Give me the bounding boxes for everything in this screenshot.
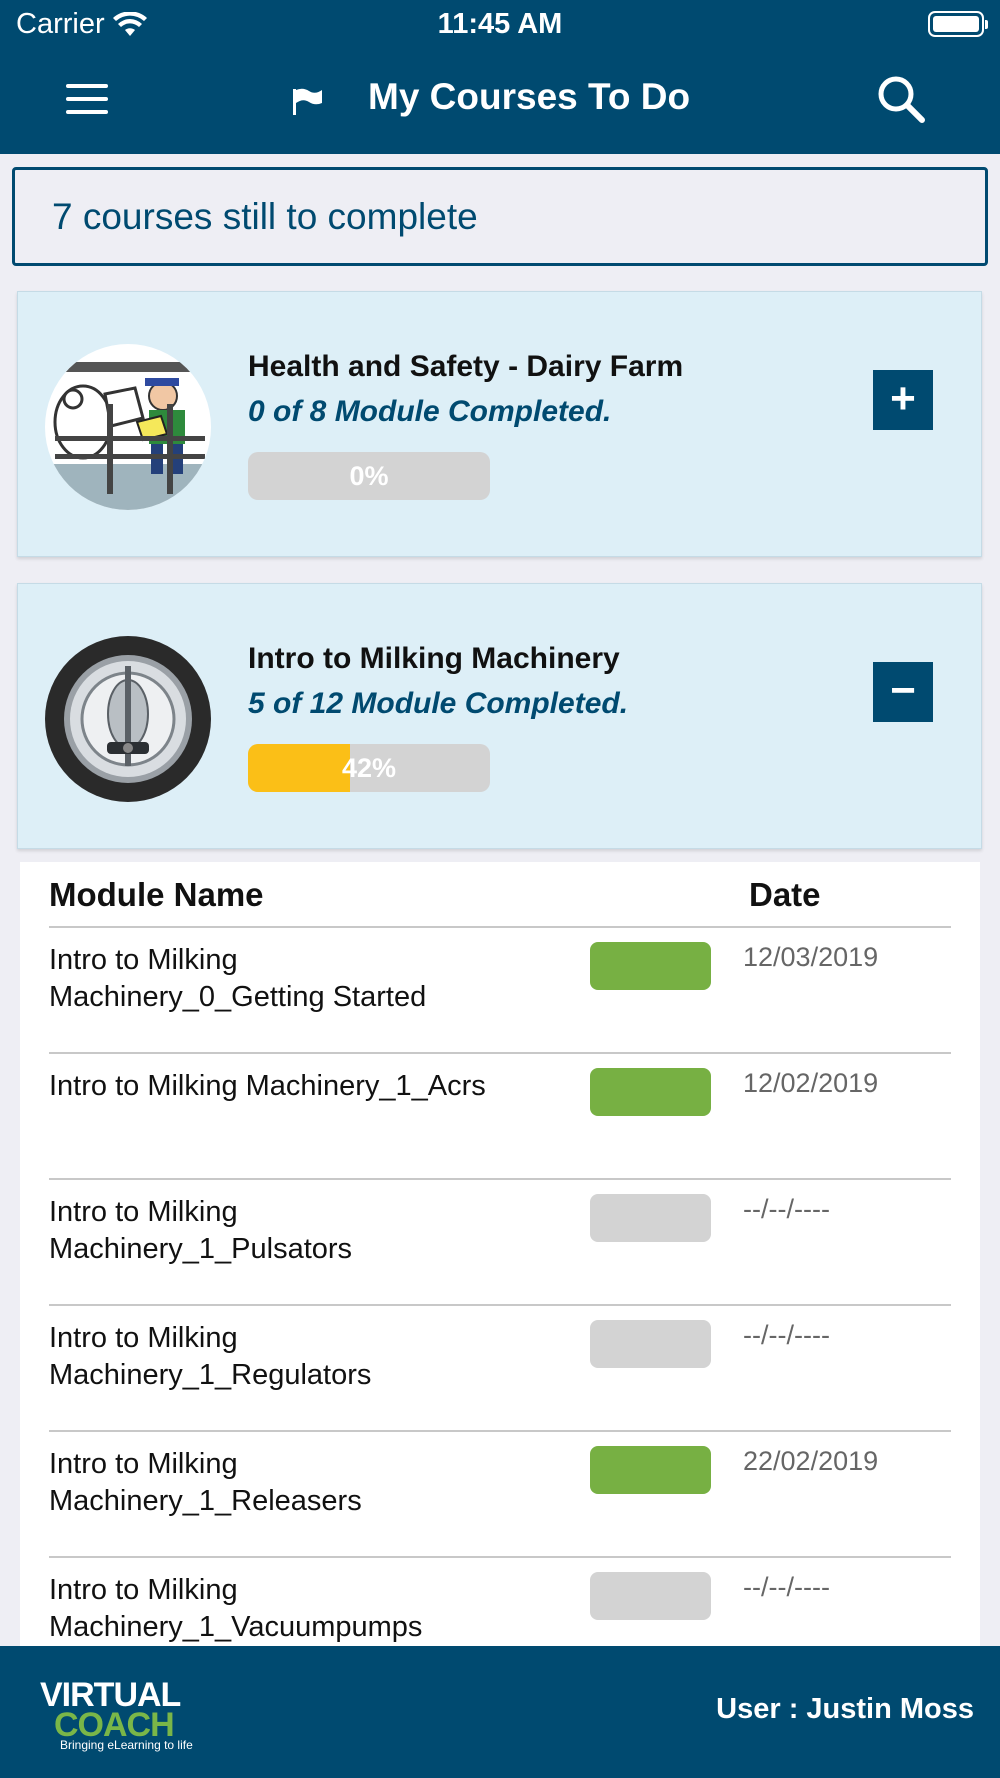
module-status-indicator (590, 1446, 711, 1494)
collapse-minus-button[interactable]: − (873, 662, 933, 722)
course-thumbnail-cartoon (45, 344, 211, 510)
module-name: Intro to Milking Machinery_1_Vacuumpumps (49, 1574, 423, 1643)
module-row[interactable]: Intro to Milking Machinery_0_Getting Sta… (49, 928, 951, 1054)
module-name: Intro to Milking Machinery_1_Pulsators (49, 1196, 353, 1265)
status-bar: Carrier 11:45 AM (0, 0, 1000, 50)
module-status-indicator (590, 1194, 711, 1242)
course-progress-text: 0 of 8 Module Completed. (248, 395, 612, 428)
module-name: Intro to Milking Machinery_1_Releasers (49, 1448, 362, 1517)
course-progress-bar: 42% (248, 744, 490, 792)
module-row[interactable]: Intro to Milking Machinery_1_Pulsators --… (49, 1180, 951, 1306)
module-date: --/--/---- (743, 1572, 830, 1602)
progress-percent-label: 42% (341, 753, 397, 783)
module-row[interactable]: Intro to Milking Machinery_1_Acrs 12/02/2… (49, 1054, 951, 1180)
flag-icon (293, 88, 322, 115)
module-status-indicator (590, 942, 711, 990)
module-status-indicator (590, 1068, 711, 1116)
module-date: --/--/---- (743, 1194, 830, 1224)
module-table: Module Name Date Intro to Milking Machin… (20, 862, 980, 1662)
battery-icon (928, 11, 988, 37)
module-row[interactable]: Intro to Milking Machinery_1_Releasers 22… (49, 1432, 951, 1558)
course-thumbnail-milking-claw (45, 636, 211, 802)
courses-summary: 7 courses still to complete (12, 167, 988, 266)
course-progress-text: 5 of 12 Module Completed. (248, 687, 629, 720)
column-header-module-name: Module Name (49, 876, 264, 913)
module-row[interactable]: Intro to Milking Machinery_1_Regulators -… (49, 1306, 951, 1432)
virtual-coach-logo: VIRTUAL COACH Bringing eLearning to life (40, 1676, 193, 1752)
module-status-indicator (590, 1320, 711, 1368)
hamburger-menu-icon[interactable] (66, 84, 108, 114)
nav-bar: My Courses To Do (0, 56, 1000, 148)
clock: 11:45 AM (437, 8, 563, 40)
current-user: User : Justin Moss (716, 1693, 974, 1725)
course-card-health-safety[interactable]: Health and Safety - Dairy Farm 0 of 8 Mo… (17, 291, 982, 557)
top-bar: Carrier 11:45 AM My Courses To Do (0, 0, 1000, 154)
course-progress-bar: 0% (248, 452, 490, 500)
search-icon[interactable] (874, 72, 930, 128)
module-name: Intro to Milking Machinery_1_Acrs (49, 1070, 486, 1102)
column-header-date: Date (749, 876, 821, 913)
summary-text: 7 courses still to complete (52, 196, 478, 237)
module-date: --/--/---- (743, 1320, 830, 1350)
module-date: 12/02/2019 (743, 1068, 879, 1098)
module-status-indicator (590, 1572, 711, 1620)
course-card-milking-machinery[interactable]: Intro to Milking Machinery 5 of 12 Modul… (17, 583, 982, 849)
course-name: Intro to Milking Machinery (248, 642, 620, 675)
course-name: Health and Safety - Dairy Farm (248, 350, 684, 383)
progress-percent-label: 0% (349, 461, 389, 491)
page-title: My Courses To Do (368, 76, 691, 117)
module-date: 12/03/2019 (743, 942, 879, 972)
module-table-header: Module Name Date (49, 862, 951, 928)
module-name: Intro to Milking Machinery_1_Regulators (49, 1322, 372, 1391)
expand-plus-button[interactable]: + (873, 370, 933, 430)
module-date: 22/02/2019 (743, 1446, 879, 1476)
module-name: Intro to Milking Machinery_0_Getting Sta… (49, 944, 427, 1013)
footer-bar: VIRTUAL COACH Bringing eLearning to life… (0, 1646, 1000, 1778)
